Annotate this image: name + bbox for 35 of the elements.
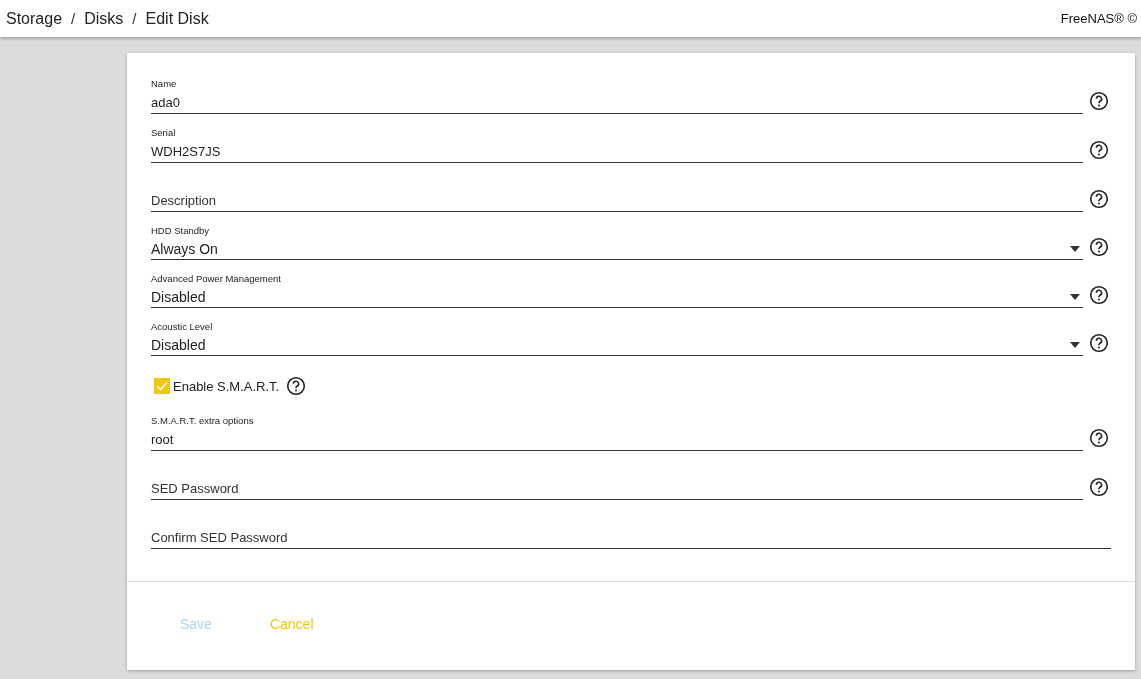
password-field[interactable]: SED Password — [151, 477, 1083, 500]
help-icon[interactable] — [1089, 91, 1109, 111]
checkbox-label[interactable]: Enable S.M.A.R.T. — [173, 378, 280, 394]
brand-text: FreeNAS® © — [1060, 11, 1137, 26]
help-icon[interactable] — [1089, 237, 1109, 257]
dropdown-field[interactable]: Disabled — [151, 334, 1083, 356]
help-icon[interactable] — [1089, 428, 1109, 448]
help-icon[interactable] — [1089, 189, 1109, 209]
breadcrumb-item[interactable]: Storage — [6, 9, 63, 28]
breadcrumb-separator: / — [132, 10, 137, 27]
checkbox[interactable] — [154, 378, 170, 394]
breadcrumb-separator: / — [71, 10, 76, 27]
password-field[interactable]: Confirm SED Password — [151, 526, 1111, 549]
breadcrumb-item: Edit Disk — [145, 9, 209, 28]
help-icon[interactable] — [286, 376, 307, 396]
input-field[interactable]: Description — [151, 189, 1083, 212]
caret-icon — [1070, 341, 1080, 348]
dropdown-field[interactable]: Always On — [151, 238, 1083, 260]
help-icon[interactable] — [1089, 333, 1109, 353]
field-label: HDD Standby — [151, 224, 211, 238]
dropdown-field[interactable]: Disabled — [151, 286, 1083, 308]
input-field[interactable]: ada0 — [151, 91, 1083, 114]
caret-icon — [1070, 245, 1080, 252]
field-label: Serial — [151, 126, 177, 140]
field-label: Acoustic Level — [151, 320, 214, 334]
breadcrumb-item[interactable]: Disks — [84, 9, 124, 28]
caret-icon — [1070, 293, 1080, 300]
field-label: S.M.A.R.T. extra options — [151, 414, 255, 428]
help-icon[interactable] — [1089, 477, 1109, 497]
help-icon[interactable] — [1089, 285, 1109, 305]
input-field[interactable]: WDH2S7JS — [151, 140, 1083, 163]
field-label: Advanced Power Management — [151, 272, 282, 286]
field-label: Name — [151, 77, 178, 91]
input-field[interactable]: root — [151, 428, 1083, 451]
help-icon[interactable] — [1089, 140, 1109, 160]
